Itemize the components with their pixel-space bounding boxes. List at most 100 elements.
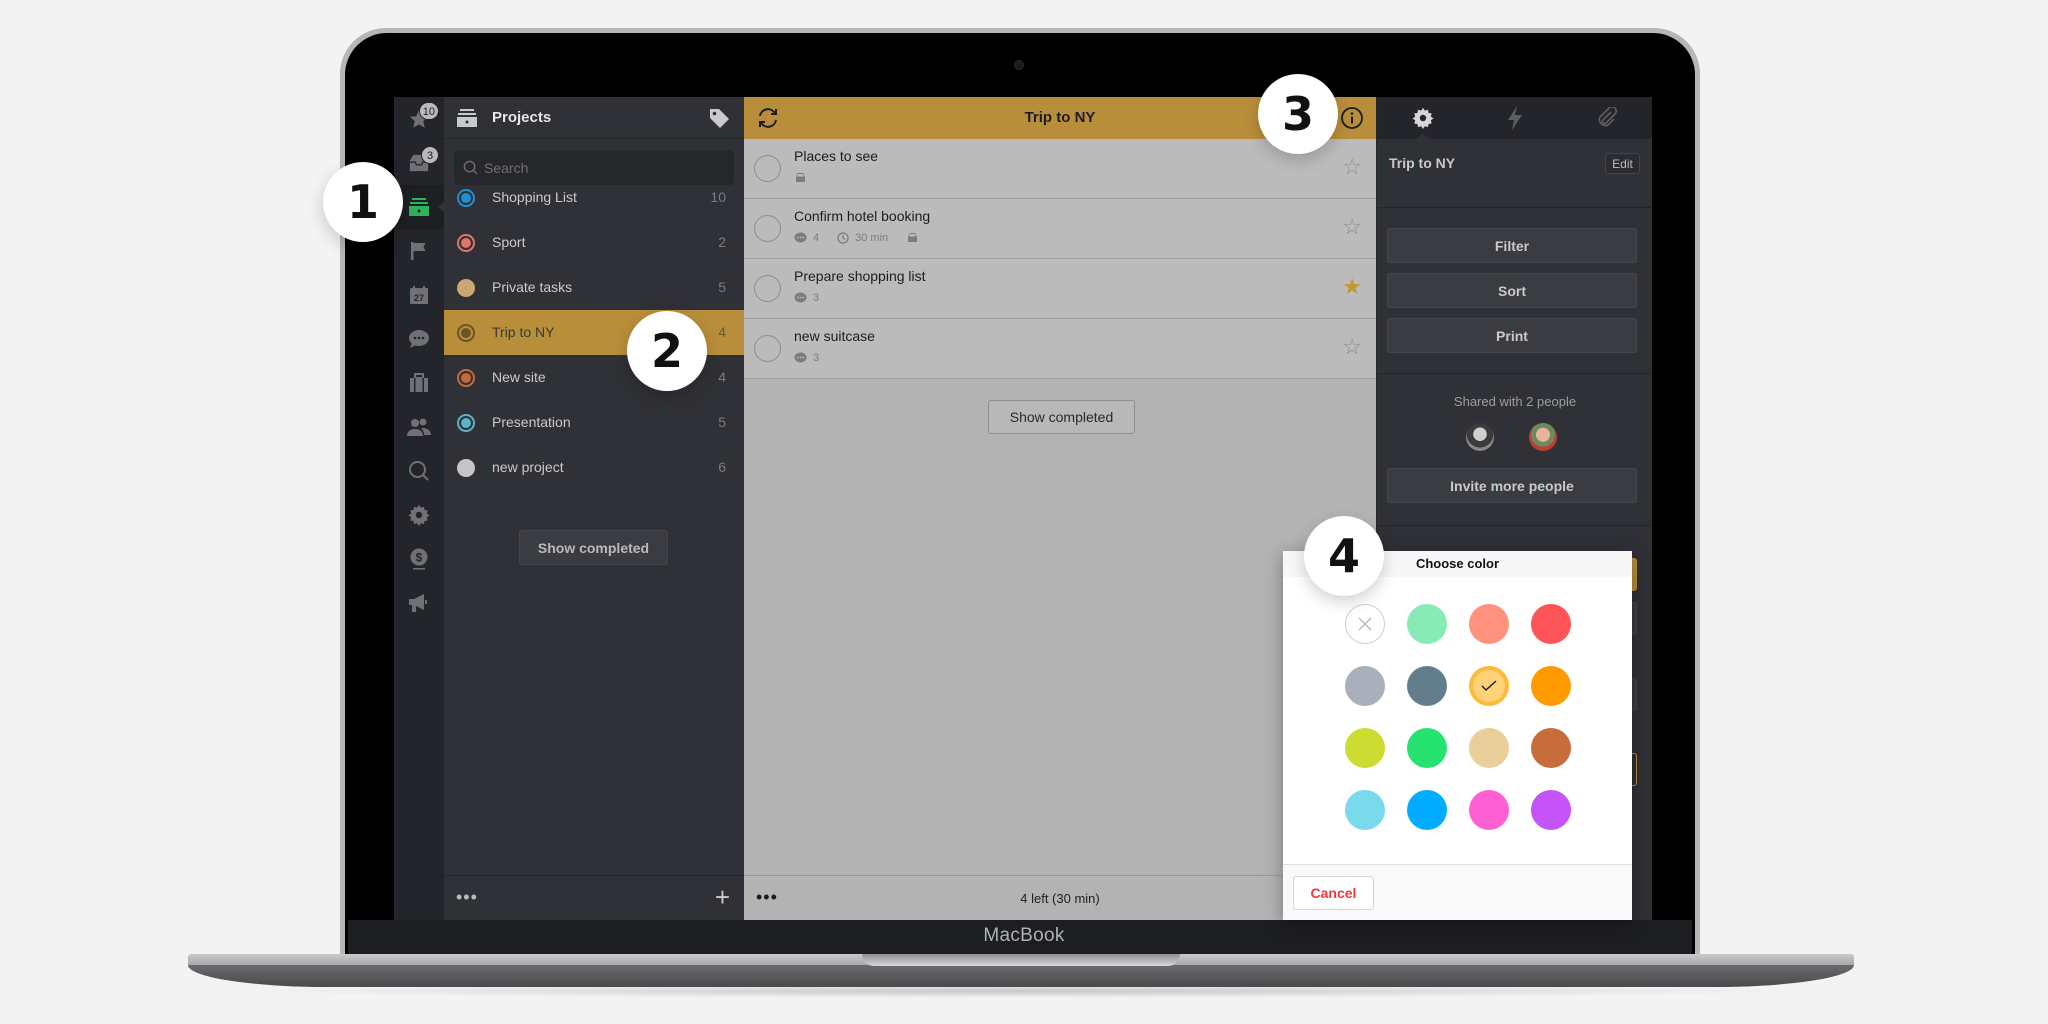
project-count: 5	[718, 414, 726, 430]
rail-item-settings[interactable]	[394, 493, 444, 537]
chat-icon	[409, 330, 429, 348]
star-icon[interactable]: ☆	[1342, 336, 1362, 358]
task-checkbox[interactable]	[754, 335, 781, 362]
color-swatch[interactable]	[1469, 604, 1509, 644]
color-swatch[interactable]	[1345, 666, 1385, 706]
clock-icon	[837, 232, 849, 244]
rail-item-people[interactable]	[394, 405, 444, 449]
info-icon[interactable]	[1340, 106, 1364, 130]
show-completed-projects-button[interactable]: Show completed	[519, 530, 668, 565]
megaphone-icon	[409, 594, 427, 612]
projects-header: Projects	[444, 97, 744, 139]
rail-item-flagged[interactable]	[394, 229, 444, 273]
star-icon[interactable]: ☆	[1342, 156, 1362, 178]
close-icon	[1358, 617, 1372, 631]
projects-title: Projects	[492, 109, 552, 126]
no-color-swatch[interactable]	[1345, 604, 1385, 644]
dollar-icon: $	[410, 548, 428, 570]
task-row[interactable]: Confirm hotel booking 4 30 min ☆	[744, 199, 1376, 259]
car-icon	[908, 233, 918, 242]
avatar[interactable]	[1529, 423, 1557, 451]
task-row[interactable]: Prepare shopping list 3 ★	[744, 259, 1376, 319]
task-row[interactable]: new suitcase 3 ☆	[744, 319, 1376, 379]
filter-button[interactable]: Filter	[1387, 228, 1637, 263]
rail-item-search[interactable]	[394, 449, 444, 493]
task-list-footer: ••• 4 left (30 min)	[744, 875, 1376, 920]
color-swatch[interactable]	[1531, 728, 1571, 768]
color-swatch[interactable]	[1469, 666, 1509, 706]
projects-header-icon	[457, 109, 477, 127]
task-meta: 3	[794, 292, 819, 304]
divider	[1377, 373, 1652, 374]
divider	[1377, 207, 1652, 208]
color-swatch[interactable]	[1469, 790, 1509, 830]
color-swatch[interactable]	[1345, 790, 1385, 830]
color-swatch[interactable]	[1345, 728, 1385, 768]
callout-2: 2	[627, 311, 707, 391]
rail-item-comments[interactable]	[394, 317, 444, 361]
project-item[interactable]: new project 6	[444, 445, 744, 490]
color-swatch[interactable]	[1407, 604, 1447, 644]
tab-settings[interactable]	[1377, 97, 1469, 139]
rail-item-premium[interactable]: $	[394, 537, 444, 581]
show-completed-tasks-button[interactable]: Show completed	[988, 400, 1135, 434]
project-name: new project	[492, 459, 564, 475]
invite-people-button[interactable]: Invite more people	[1387, 468, 1637, 503]
cancel-button[interactable]: Cancel	[1293, 876, 1374, 910]
color-swatch[interactable]	[1407, 728, 1447, 768]
color-swatch[interactable]	[1469, 728, 1509, 768]
color-swatch[interactable]	[1531, 790, 1571, 830]
shared-with-text: Shared with 2 people	[1453, 394, 1577, 409]
task-checkbox[interactable]	[754, 215, 781, 242]
print-button[interactable]: Print	[1387, 318, 1637, 353]
more-options-icon[interactable]: •••	[456, 888, 478, 906]
task-checkbox[interactable]	[754, 275, 781, 302]
project-item[interactable]: Private tasks 5	[444, 265, 744, 310]
task-meta: 3	[794, 352, 819, 364]
edit-project-button[interactable]: Edit	[1605, 153, 1640, 174]
comment-count: 3	[813, 352, 820, 364]
rail-item-inbox[interactable]: 3	[394, 141, 444, 185]
task-name: new suitcase	[794, 328, 875, 344]
rail-item-work[interactable]	[394, 361, 444, 405]
search-icon	[463, 160, 478, 175]
add-project-icon[interactable]: +	[715, 884, 730, 910]
task-meta: 4 30 min	[794, 232, 919, 244]
task-name: Confirm hotel booking	[794, 208, 931, 224]
project-item[interactable]: Presentation 5	[444, 400, 744, 445]
project-color-dot	[457, 414, 475, 432]
project-count: 5	[718, 279, 726, 295]
rail-item-calendar[interactable]: 27	[394, 273, 444, 317]
task-checkbox[interactable]	[754, 155, 781, 182]
color-swatch[interactable]	[1531, 666, 1571, 706]
device-label: MacBook	[983, 925, 1065, 946]
calendar-day: 27	[414, 293, 424, 303]
sort-button[interactable]: Sort	[1387, 273, 1637, 308]
project-count: 4	[718, 369, 726, 385]
star-icon[interactable]: ★	[1342, 276, 1362, 298]
project-count: 10	[710, 189, 726, 205]
project-item[interactable]: Shopping List 10	[444, 175, 744, 220]
tab-actions[interactable]	[1469, 97, 1561, 139]
paperclip-icon	[1598, 107, 1618, 127]
tag-icon[interactable]	[708, 107, 730, 129]
rail-item-news[interactable]	[394, 581, 444, 625]
task-meta	[794, 172, 807, 184]
project-item[interactable]: Sport 2	[444, 220, 744, 265]
star-icon[interactable]: ☆	[1342, 216, 1362, 238]
color-swatch[interactable]	[1407, 790, 1447, 830]
project-name: Sport	[492, 234, 526, 250]
color-swatch[interactable]	[1531, 604, 1571, 644]
project-name: Shopping List	[492, 189, 577, 205]
project-name: New site	[492, 369, 546, 385]
info-tabs	[1377, 97, 1652, 139]
tab-attachments[interactable]	[1561, 97, 1652, 139]
comment-icon	[794, 232, 807, 243]
icon-rail: 10 3 27 $	[394, 97, 445, 920]
rail-item-starred[interactable]: 10	[394, 97, 444, 141]
color-swatch[interactable]	[1407, 666, 1447, 706]
avatar[interactable]	[1466, 423, 1494, 451]
search-icon	[409, 461, 429, 481]
projects-icon	[409, 198, 429, 216]
projects-sidebar: Projects Shopping List10Sport2Private ta…	[444, 97, 744, 920]
